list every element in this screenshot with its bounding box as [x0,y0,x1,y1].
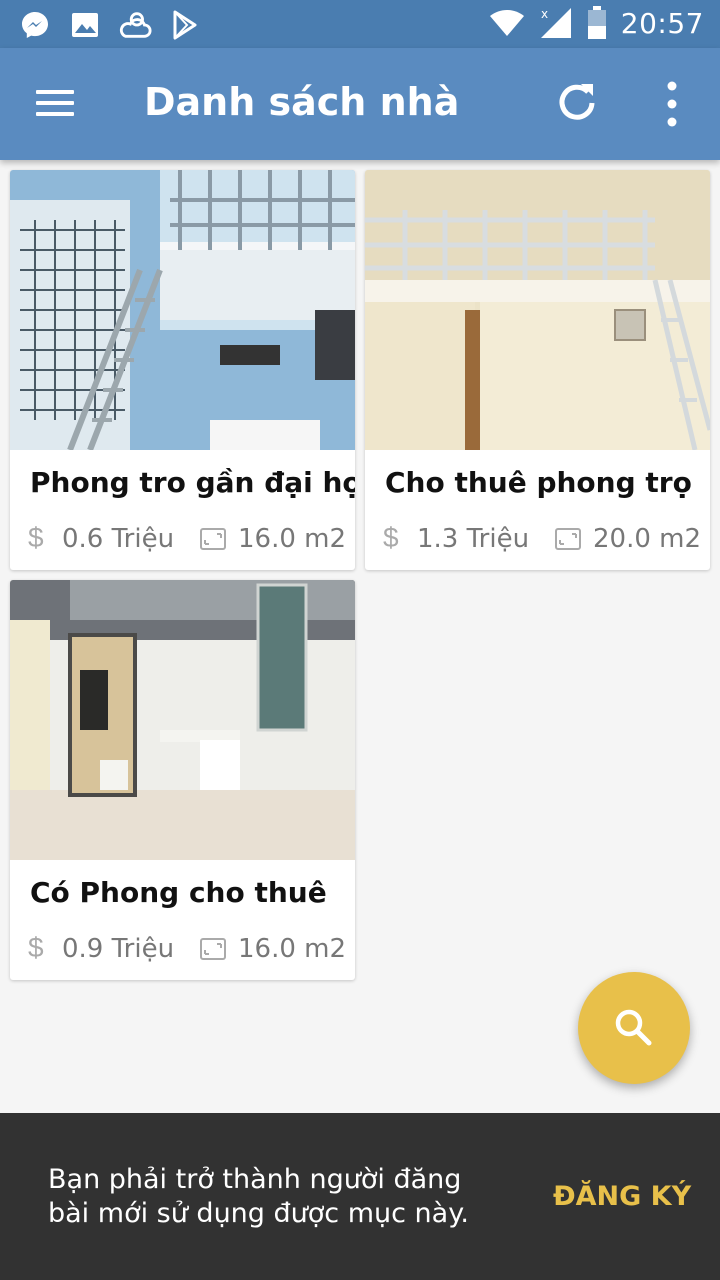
snackbar-message: Bạn phải trở thành người đăng bài mới sử… [48,1164,469,1229]
page-title: Danh sách nhà [144,80,460,124]
more-options-button[interactable] [648,78,696,130]
status-time: 20:57 [620,6,704,40]
listing-area: 20.0 m2 [593,524,702,554]
search-fab[interactable] [578,972,690,1084]
listing-title: Phong tro gần đại học [30,466,355,499]
register-button[interactable]: ĐĂNG KÝ [553,1181,691,1212]
play-store-icon [168,8,202,42]
listing-card[interactable]: Cho thuê phong trọ $ 1.3 Triệu 20.0 m2 [365,170,710,570]
listing-title: Cho thuê phong trọ [385,466,692,499]
listing-meta: $ 1.3 Triệu 20.0 m2 [383,522,703,562]
listing-price: 1.3 Triệu [417,524,530,554]
app-bar: Danh sách nhà [0,48,720,160]
menu-button[interactable] [28,84,84,124]
dollar-icon: $ [28,522,44,553]
signal-icon: x [540,7,571,38]
area-icon [200,528,226,550]
weather-icon [118,8,152,42]
search-icon [615,1009,652,1046]
listing-area: 16.0 m2 [238,524,347,554]
listing-meta: $ 0.9 Triệu 16.0 m2 [28,932,348,972]
refresh-icon [559,84,595,120]
svg-text:x: x [541,7,548,21]
battery-icon [587,6,606,39]
listing-price: 0.6 Triệu [62,524,175,554]
listing-area: 16.0 m2 [238,934,347,964]
snackbar: Bạn phải trở thành người đăng bài mới sử… [0,1113,720,1280]
area-icon [555,528,581,550]
more-vert-icon [667,81,677,127]
messenger-icon [18,8,52,42]
dollar-icon: $ [28,932,44,963]
listing-photo [10,170,355,450]
listing-meta: $ 0.6 Triệu 16.0 m2 [28,522,348,562]
hamburger-icon [36,90,74,94]
status-bar: x 20:57 [0,0,720,48]
wifi-icon [489,10,524,36]
area-icon [200,938,226,960]
listing-photo [365,170,710,450]
refresh-button[interactable] [553,78,601,126]
image-icon [68,8,102,42]
listing-card[interactable]: Phong tro gần đại học $ 0.6 Triệu 16.0 m… [10,170,355,570]
dollar-icon: $ [383,522,399,553]
listing-title: Có Phong cho thuê [30,876,327,909]
listing-card[interactable]: Có Phong cho thuê $ 0.9 Triệu 16.0 m2 [10,580,355,980]
listing-price: 0.9 Triệu [62,934,175,964]
listing-photo [10,580,355,860]
